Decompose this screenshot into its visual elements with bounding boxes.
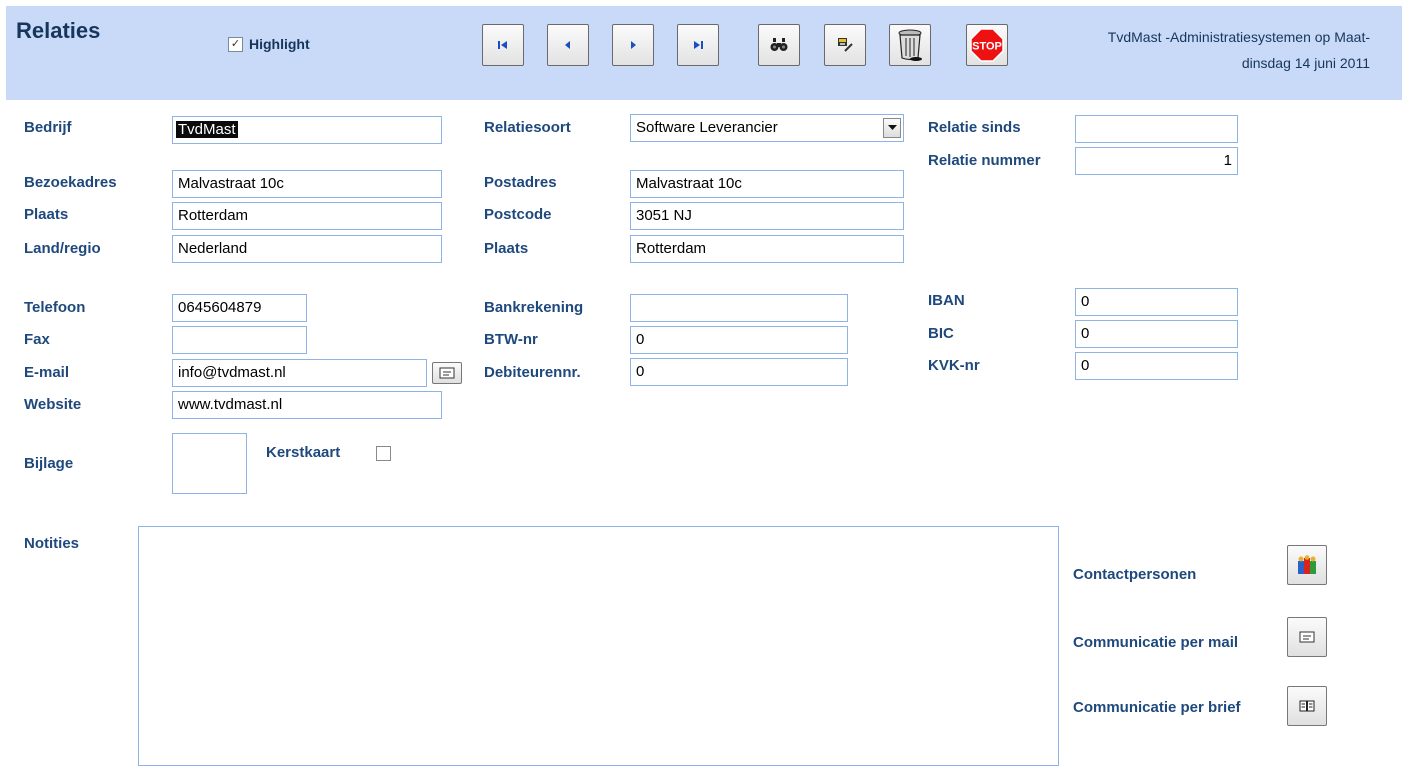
highlight-checkbox[interactable]: ✓ (228, 36, 243, 52)
stop-icon: STOP (970, 28, 1004, 62)
email-field[interactable]: info@tvdmast.nl (172, 359, 427, 387)
label-website: Website (24, 396, 82, 413)
header-bar: Relaties ✓ Highlight STOP TvdMast -Admin… (6, 6, 1402, 100)
contactpersonen-button[interactable] (1287, 545, 1327, 585)
binoculars-icon (770, 38, 788, 51)
label-bijlage: Bijlage (24, 455, 74, 472)
envelope-icon (439, 367, 455, 379)
relatiesoort-value: Software Leverancier (636, 119, 778, 136)
relatie-sinds-field[interactable] (1075, 115, 1238, 143)
bedrijf-value: TvdMast (176, 121, 238, 138)
company-line: TvdMast -Administratiesystemen op Maat- (1107, 29, 1370, 45)
label-postadres: Postadres (484, 174, 557, 191)
email-send-button[interactable] (432, 362, 462, 384)
next-record-icon (631, 41, 636, 49)
bezoekadres-field[interactable]: Malvastraat 10c (172, 170, 442, 198)
first-record-icon (498, 41, 507, 49)
company-info: TvdMast -Administratiesystemen op Maat- … (1108, 24, 1370, 76)
label-bankrekening: Bankrekening (484, 299, 584, 316)
label-btw: BTW-nr (484, 331, 538, 348)
edit-icon (838, 38, 853, 52)
label-email: E-mail (24, 364, 70, 381)
highlight-toggle[interactable]: ✓ Highlight (228, 36, 310, 52)
website-field[interactable]: www.tvdmast.nl (172, 391, 442, 419)
bedrijf-field[interactable]: TvdMast (172, 116, 442, 144)
notities-textarea[interactable] (138, 526, 1059, 766)
plaats-post-field[interactable]: Rotterdam (630, 235, 904, 263)
iban-field[interactable]: 0 (1075, 288, 1238, 316)
label-fax: Fax (24, 331, 50, 348)
label-telefoon: Telefoon (24, 299, 86, 316)
label-plaats-post: Plaats (484, 240, 529, 257)
bijlage-attachment[interactable] (172, 433, 247, 494)
relatie-nummer-field[interactable]: 1 (1075, 147, 1238, 175)
first-record-button[interactable] (482, 24, 524, 66)
fax-field[interactable] (172, 326, 307, 354)
kerstkaart-checkbox[interactable] (376, 446, 391, 461)
plaats-field[interactable]: Rotterdam (172, 202, 442, 230)
kvk-field[interactable]: 0 (1075, 352, 1238, 380)
next-record-button[interactable] (612, 24, 654, 66)
date-line: dinsdag 14 juni 2011 (1241, 55, 1370, 71)
telefoon-field[interactable]: 0645604879 (172, 294, 307, 322)
postadres-field[interactable]: Malvastraat 10c (630, 170, 904, 198)
dropdown-button[interactable] (883, 118, 901, 138)
bic-field[interactable]: 0 (1075, 320, 1238, 348)
communicatie-brief-button[interactable] (1287, 686, 1327, 726)
highlight-label: Highlight (249, 36, 310, 52)
page-title: Relaties (16, 18, 101, 43)
envelope-icon (1299, 631, 1315, 643)
communicatie-mail-button[interactable] (1287, 617, 1327, 657)
letter-book-icon (1299, 700, 1315, 712)
label-bedrijf: Bedrijf (24, 119, 72, 136)
label-bic: BIC (928, 325, 954, 342)
debiteur-field[interactable]: 0 (630, 358, 848, 386)
label-relatie-nummer: Relatie nummer (928, 152, 1041, 169)
relatiesoort-select[interactable]: Software Leverancier (630, 114, 904, 142)
label-kerstkaart: Kerstkaart (266, 444, 341, 461)
delete-button[interactable] (889, 24, 931, 66)
contacts-icon (1298, 555, 1316, 574)
label-kvk: KVK-nr (928, 357, 980, 374)
prev-record-icon (565, 41, 570, 49)
chevron-down-icon (887, 125, 897, 130)
edit-button[interactable] (824, 24, 866, 66)
label-debiteur: Debiteurennr. (484, 364, 581, 381)
label-communicatie-mail: Communicatie per mail (1073, 634, 1239, 651)
last-record-icon (694, 41, 703, 49)
label-iban: IBAN (928, 292, 965, 309)
label-relatie-sinds: Relatie sinds (928, 119, 1021, 136)
last-record-button[interactable] (677, 24, 719, 66)
postcode-field[interactable]: 3051 NJ (630, 202, 904, 230)
label-plaats: Plaats (24, 206, 69, 223)
prev-record-button[interactable] (547, 24, 589, 66)
label-relatiesoort: Relatiesoort (484, 119, 571, 136)
label-communicatie-brief: Communicatie per brief (1073, 699, 1241, 716)
land-field[interactable]: Nederland (172, 235, 442, 263)
label-bezoekadres: Bezoekadres (24, 174, 117, 191)
stop-button[interactable]: STOP (966, 24, 1008, 66)
trash-icon (898, 29, 922, 61)
label-land: Land/regio (24, 240, 101, 257)
find-button[interactable] (758, 24, 800, 66)
label-notities: Notities (24, 535, 80, 552)
btw-field[interactable]: 0 (630, 326, 848, 354)
label-postcode: Postcode (484, 206, 552, 223)
stop-label: STOP (972, 41, 1002, 53)
bankrekening-field[interactable] (630, 294, 848, 322)
label-contactpersonen: Contactpersonen (1073, 566, 1197, 583)
